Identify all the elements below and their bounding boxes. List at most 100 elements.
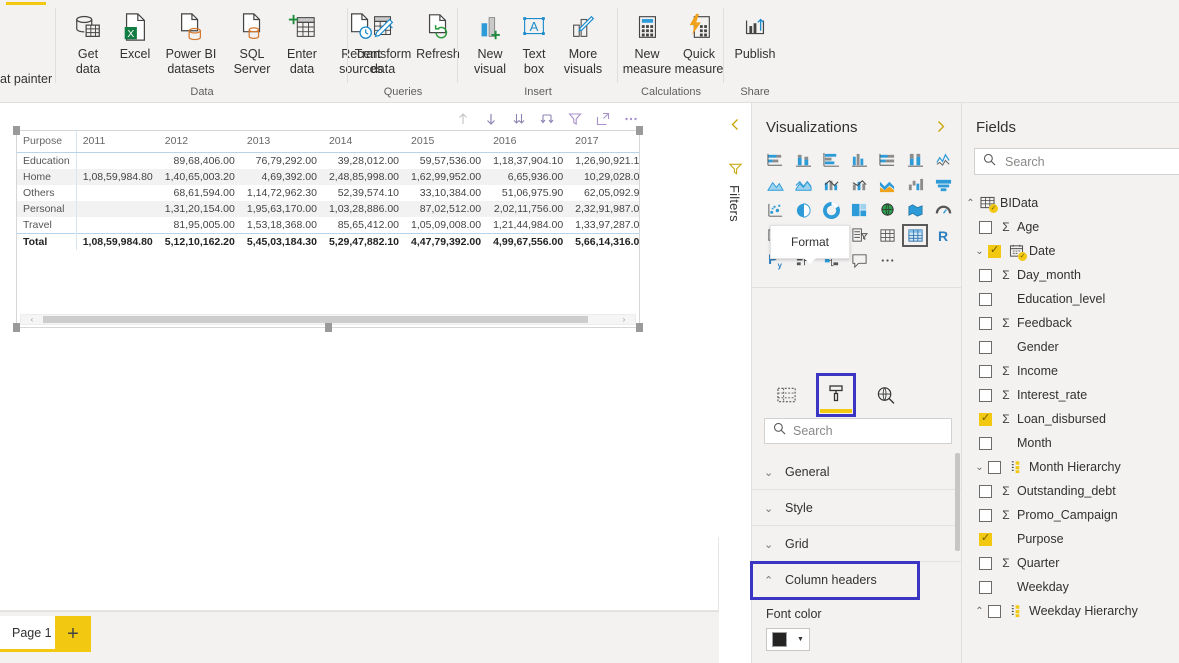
field-row-purpose[interactable]: Purpose xyxy=(962,527,1179,551)
field-checkbox[interactable] xyxy=(988,245,1001,258)
resize-handle-bottom-left[interactable] xyxy=(13,323,20,332)
matrix-icon[interactable] xyxy=(901,223,929,248)
table-icon[interactable] xyxy=(873,223,901,248)
fields-list[interactable]: ⌃ ✓ BIData Σ Age ⌄ ✓ xyxy=(962,191,1179,623)
filter-icon[interactable] xyxy=(567,111,583,127)
matrix-row-label[interactable]: Home xyxy=(17,169,76,185)
field-checkbox[interactable] xyxy=(979,269,992,282)
stacked-bar-chart-icon[interactable] xyxy=(761,148,789,173)
stacked-column-chart-icon[interactable] xyxy=(789,148,817,173)
table-row[interactable]: Education 89,68,406.00 76,79,292.00 39,2… xyxy=(17,153,639,170)
matrix-row-label[interactable]: Personal xyxy=(17,201,76,217)
matrix-col-header[interactable]: 2012 xyxy=(159,131,241,153)
line-and-clustered-column-chart-icon[interactable] xyxy=(845,173,873,198)
font-color-picker[interactable]: ▼ xyxy=(766,628,810,651)
ribbon-button-new-visual[interactable]: New visual xyxy=(466,8,514,76)
area-chart-icon[interactable] xyxy=(761,173,789,198)
scroll-left-icon[interactable]: ‹ xyxy=(25,315,39,324)
field-checkbox[interactable] xyxy=(979,317,992,330)
ribbon-button-transform-data[interactable]: Transform data xyxy=(352,8,414,76)
tab-analytics[interactable] xyxy=(869,376,903,414)
field-row-gender[interactable]: Gender xyxy=(962,335,1179,359)
resize-handle-bottom-center[interactable] xyxy=(325,323,332,332)
field-checkbox[interactable] xyxy=(979,509,992,522)
ribbon-button-publish[interactable]: Publish xyxy=(730,8,780,62)
field-checkbox[interactable] xyxy=(979,413,992,426)
table-row[interactable]: Others 68,61,594.00 1,14,72,962.30 52,39… xyxy=(17,185,639,201)
matrix-row-label[interactable]: Others xyxy=(17,185,76,201)
field-row-feedback[interactable]: Σ Feedback xyxy=(962,311,1179,335)
visualizations-pane-scrollbar[interactable] xyxy=(955,453,960,551)
tab-format[interactable] xyxy=(819,376,853,414)
100-stacked-column-chart-icon[interactable] xyxy=(901,148,929,173)
ribbon-button-excel[interactable]: X Excel xyxy=(114,8,156,62)
chevron-down-icon[interactable]: ⌄ xyxy=(971,246,988,257)
field-row-income[interactable]: Σ Income xyxy=(962,359,1179,383)
more-options-icon[interactable] xyxy=(623,111,639,127)
treemap-icon[interactable] xyxy=(845,198,873,223)
ribbon-button-sql-server[interactable]: SQL Server xyxy=(226,8,278,76)
matrix-row-label[interactable]: Travel xyxy=(17,217,76,234)
field-row-weekday-hierarchy[interactable]: ⌃ Weekday Hierarchy xyxy=(962,599,1179,623)
matrix-visual[interactable]: Purpose 2011 2012 2013 2014 2015 2016 20… xyxy=(16,130,640,328)
filter-icon[interactable] xyxy=(728,161,743,181)
chevron-up-icon[interactable]: ⌃ xyxy=(962,198,979,209)
field-checkbox[interactable] xyxy=(979,557,992,570)
line-and-stacked-column-chart-icon[interactable] xyxy=(817,173,845,198)
map-icon[interactable] xyxy=(873,198,901,223)
field-checkbox[interactable] xyxy=(988,605,1001,618)
matrix-col-header[interactable]: 2013 xyxy=(241,131,323,153)
add-page-button[interactable]: + xyxy=(55,616,91,652)
funnel-chart-icon[interactable] xyxy=(929,173,957,198)
fields-table-bidata[interactable]: ⌃ ✓ BIData xyxy=(962,191,1179,215)
ribbon-button-get-data[interactable]: Get data xyxy=(62,8,114,76)
matrix-row-header-label[interactable]: Purpose xyxy=(17,131,76,153)
focus-mode-icon[interactable] xyxy=(595,111,611,127)
clustered-column-chart-icon[interactable] xyxy=(845,148,873,173)
more-visuals-ellipsis-icon[interactable] xyxy=(873,248,901,273)
matrix-col-header[interactable]: 2015 xyxy=(405,131,487,153)
field-row-interest-rate[interactable]: Σ Interest_rate xyxy=(962,383,1179,407)
ribbon-button-new-measure[interactable]: New measure xyxy=(622,8,672,76)
matrix-col-header[interactable]: 2017 xyxy=(569,131,639,153)
drill-down-icon[interactable] xyxy=(483,111,499,127)
filters-pane-collapsed[interactable]: Filters xyxy=(719,103,752,663)
fields-search-input[interactable]: Search xyxy=(974,148,1179,175)
field-row-weekday[interactable]: Weekday xyxy=(962,575,1179,599)
filled-map-icon[interactable] xyxy=(901,198,929,223)
matrix-table-container[interactable]: Purpose 2011 2012 2013 2014 2015 2016 20… xyxy=(17,131,639,327)
format-search-input[interactable]: Search xyxy=(764,418,952,444)
visualization-pane-tabs[interactable] xyxy=(761,376,957,418)
chevron-left-icon[interactable] xyxy=(729,118,742,136)
field-row-date[interactable]: ⌄ ✓ Date xyxy=(962,239,1179,263)
format-section-style[interactable]: ⌄ Style xyxy=(752,491,962,526)
matrix-total-row[interactable]: Total 1,08,59,984.80 5,12,10,162.20 5,45… xyxy=(17,234,639,251)
matrix-col-header[interactable]: 2014 xyxy=(323,131,405,153)
matrix-col-header[interactable]: 2011 xyxy=(76,131,159,153)
field-row-month-hierarchy[interactable]: ⌄ Month Hierarchy xyxy=(962,455,1179,479)
field-checkbox[interactable] xyxy=(988,461,1001,474)
field-checkbox[interactable] xyxy=(979,485,992,498)
chevron-down-icon[interactable]: ⌄ xyxy=(971,462,988,473)
field-row-loan-disbursed[interactable]: Σ Loan_disbursed xyxy=(962,407,1179,431)
clustered-bar-chart-icon[interactable] xyxy=(817,148,845,173)
field-checkbox[interactable] xyxy=(979,389,992,402)
field-checkbox[interactable] xyxy=(979,581,992,594)
field-row-day-month[interactable]: Σ Day_month xyxy=(962,263,1179,287)
ribbon-chart-icon[interactable] xyxy=(873,173,901,198)
format-section-grid[interactable]: ⌄ Grid xyxy=(752,527,962,562)
waterfall-chart-icon[interactable] xyxy=(901,173,929,198)
expand-all-icon[interactable] xyxy=(511,111,527,127)
scrollbar-thumb[interactable] xyxy=(43,316,588,323)
ribbon-button-powerbi-datasets[interactable]: Power BI datasets xyxy=(156,8,226,76)
donut-chart-icon[interactable] xyxy=(817,198,845,223)
report-page-surface[interactable]: Purpose 2011 2012 2013 2014 2015 2016 20… xyxy=(0,103,719,537)
tab-fields[interactable] xyxy=(769,376,803,414)
field-checkbox[interactable] xyxy=(979,437,992,450)
report-canvas[interactable]: Purpose 2011 2012 2013 2014 2015 2016 20… xyxy=(0,103,719,611)
field-row-month[interactable]: Month xyxy=(962,431,1179,455)
field-row-age[interactable]: Σ Age xyxy=(962,215,1179,239)
table-row[interactable]: Travel 81,95,005.00 1,53,18,368.00 85,65… xyxy=(17,217,639,234)
table-row[interactable]: Personal 1,31,20,154.00 1,95,63,170.00 1… xyxy=(17,201,639,217)
resize-handle-bottom-right[interactable] xyxy=(636,323,643,332)
